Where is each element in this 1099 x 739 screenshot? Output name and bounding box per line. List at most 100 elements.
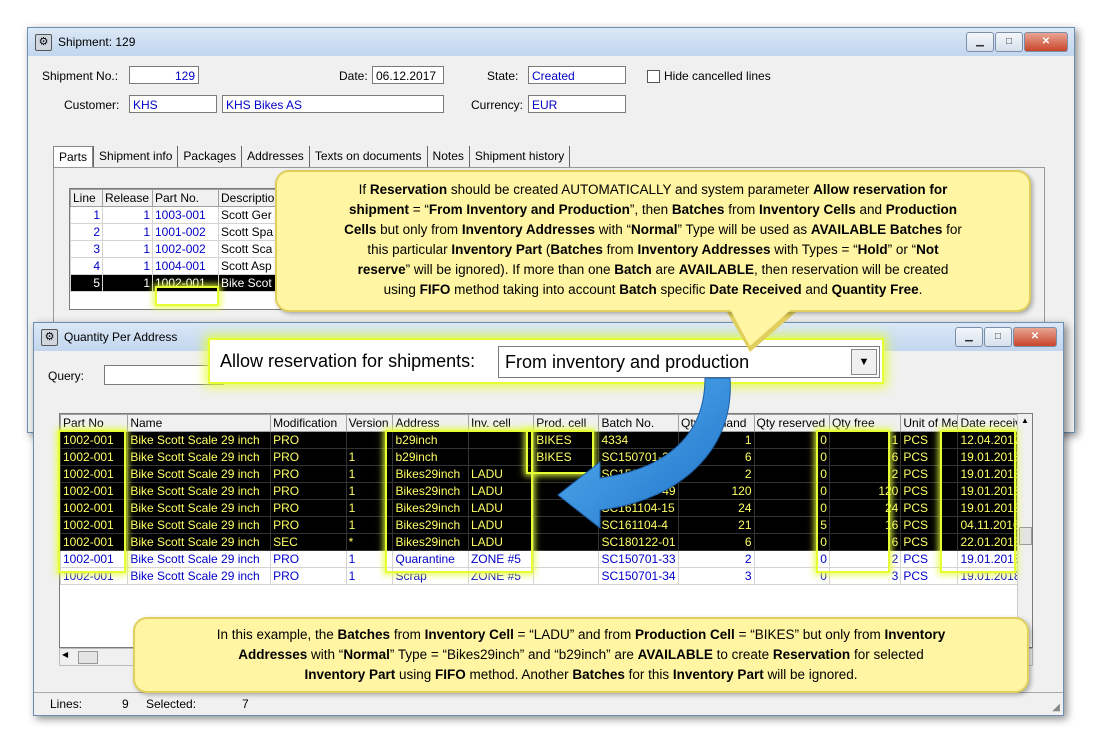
parts-col-line[interactable]: Line (70, 189, 103, 207)
callout-bottom: In this example, the Batches from Invent… (133, 617, 1029, 693)
col-qty-on-hand[interactable]: Qty on hand (678, 414, 755, 432)
table-row[interactable]: 2 1 1001-002 Scott Spa (70, 223, 300, 241)
tab-shipment-history[interactable]: Shipment history (468, 146, 571, 167)
tab-notes[interactable]: Notes (426, 146, 469, 167)
tab-packages[interactable]: Packages (177, 146, 241, 167)
tab-addresses[interactable]: Addresses (241, 146, 309, 167)
tab-texts-on-documents[interactable]: Texts on documents (308, 146, 427, 167)
cell-reserved: 0 (753, 465, 830, 483)
cell-unit: PCS (900, 448, 959, 466)
table-row[interactable]: 1 1 1003-001 Scott Ger (70, 206, 300, 224)
close-icon[interactable]: ✕ (1024, 32, 1068, 52)
callout-top-line3: Cells but only from Inventory Addresses … (344, 222, 962, 237)
cell: 1 (102, 274, 153, 292)
table-row-available[interactable]: 1002-001 Bike Scott Scale 29 inch PRO 1 Bike… (60, 499, 1030, 517)
customer-name-field[interactable]: KHS Bikes AS (222, 95, 444, 113)
col-modification[interactable]: Modification (270, 414, 347, 432)
quantity-grid: Part No Name Modification Version Addres… (59, 413, 1033, 648)
tab-shipment-info[interactable]: Shipment info (93, 146, 177, 167)
maximize-icon[interactable]: □ (995, 32, 1023, 52)
maximize-icon[interactable]: □ (984, 327, 1012, 347)
cell-onhand: 120 (678, 482, 755, 500)
cell-free: 2 (828, 465, 902, 483)
cell-name: Bike Scott Scale 29 inch (127, 533, 272, 551)
parts-col-part-no[interactable]: Part No. (152, 189, 219, 207)
callout-top-line4: this particular Inventory Part (Batches … (367, 242, 939, 257)
shipment-no-field[interactable]: 129 (129, 66, 199, 84)
cell-batch: SC150701-33 (598, 550, 680, 568)
currency-field[interactable]: EUR (528, 95, 626, 113)
col-name[interactable]: Name (127, 414, 272, 432)
table-row-available[interactable]: 1002-001 Bike Scott Scale 29 inch SEC * Bike… (60, 533, 1030, 551)
table-row[interactable]: 1002-001 Bike Scott Scale 29 inch PRO 1 Scra… (60, 567, 1030, 585)
col-version[interactable]: Version (345, 414, 394, 432)
cell: 1 (102, 206, 153, 224)
cell-ver: 1 (345, 550, 394, 568)
cell-reserved: 0 (753, 482, 830, 500)
col-unit[interactable]: Unit of Me (900, 414, 959, 432)
cell-unit: PCS (900, 482, 959, 500)
minimize-icon[interactable]: ▁ (955, 327, 983, 347)
scroll-up-icon[interactable]: ▲ (1018, 414, 1032, 428)
chevron-down-icon[interactable]: ▼ (851, 349, 877, 375)
app-icon: ⚙ (41, 329, 58, 346)
cell-batch: SC150701-34 (598, 567, 680, 585)
query-input[interactable] (104, 365, 224, 385)
cell-unit: PCS (900, 465, 959, 483)
cell-unit: PCS (900, 550, 959, 568)
col-prod-cell[interactable]: Prod. cell (533, 414, 600, 432)
table-row[interactable]: 4 1 1004-001 Scott Asp (70, 257, 300, 275)
shipment-tabs: Parts Shipment info Packages Addresses T… (53, 146, 571, 167)
resize-grip-icon[interactable]: ◢ (1052, 702, 1060, 713)
cell-reserved: 0 (753, 431, 830, 449)
col-inv-cell[interactable]: Inv. cell (467, 414, 535, 432)
cell-addr: Bikes29inch (392, 533, 469, 551)
table-row-available[interactable]: 1002-001 Bike Scott Scale 29 inch PRO 1 Bike… (60, 465, 1030, 483)
shipment-titlebar[interactable]: ⚙ Shipment: 129 ▁ □ ✕ (28, 28, 1074, 56)
cell-prod: BIKES (533, 448, 600, 466)
param-dropdown-value: From inventory and production (505, 352, 750, 372)
minimize-icon[interactable]: ▁ (966, 32, 994, 52)
cell-inv: LADU (467, 533, 535, 551)
hide-cancelled-checkbox[interactable] (647, 70, 660, 83)
scroll-left-icon[interactable]: ◀ (62, 650, 68, 659)
cell-inv (467, 448, 535, 466)
param-dropdown[interactable]: From inventory and production ▼ (498, 346, 880, 378)
table-row-available[interactable]: 1002-001 Bike Scott Scale 29 inch PRO b29in… (60, 431, 1030, 449)
cell-part: 1002-001 (60, 465, 129, 483)
col-qty-reserved[interactable]: Qty reserved (753, 414, 830, 432)
cell-inv: ZONE #5 (467, 567, 535, 585)
table-row-available[interactable]: 1002-001 Bike Scott Scale 29 inch PRO 1 b29i… (60, 448, 1030, 466)
col-part-no[interactable]: Part No (60, 414, 129, 432)
table-row-available[interactable]: 1002-001 Bike Scott Scale 29 inch PRO 1 Bike… (60, 516, 1030, 534)
state-field[interactable]: Created (528, 66, 626, 84)
close-icon[interactable]: ✕ (1013, 327, 1057, 347)
cell-reserved: 0 (753, 567, 830, 585)
cell-onhand: 24 (678, 499, 755, 517)
cell-ver: 1 (345, 567, 394, 585)
table-row-selected[interactable]: 5 1 1002-001 Bike Scot (70, 274, 300, 292)
col-address[interactable]: Address (392, 414, 469, 432)
parts-col-release[interactable]: Release (102, 189, 153, 207)
date-field[interactable]: 06.12.2017 (372, 66, 444, 84)
cell-free: 2 (828, 550, 902, 568)
col-batch-no[interactable]: Batch No. (598, 414, 680, 432)
cell-ver: 1 (345, 482, 394, 500)
selected-label: Selected: (146, 697, 197, 711)
scroll-thumb[interactable] (1019, 527, 1032, 545)
tab-parts[interactable]: Parts (53, 146, 94, 167)
cell-onhand: 2 (678, 550, 755, 568)
customer-code-field[interactable]: KHS (129, 95, 217, 113)
table-row-available[interactable]: 1002-001 Bike Scott Scale 29 inch PRO 1 Bike… (60, 482, 1030, 500)
vertical-scrollbar[interactable]: ▲ (1017, 414, 1032, 644)
table-row[interactable]: 3 1 1002-002 Scott Sca (70, 240, 300, 258)
cell-name: Bike Scott Scale 29 inch (127, 482, 272, 500)
cell-onhand: 3 (678, 567, 755, 585)
col-qty-free[interactable]: Qty free (828, 414, 902, 432)
table-row[interactable]: 1002-001 Bike Scott Scale 29 inch PRO 1 Quar… (60, 550, 1030, 568)
currency-label: Currency: (471, 98, 524, 112)
hscroll-thumb[interactable] (78, 651, 98, 664)
cell: 1004-001 (152, 257, 219, 275)
date-label: Date: (339, 69, 368, 83)
cell: 1002-002 (152, 240, 219, 258)
